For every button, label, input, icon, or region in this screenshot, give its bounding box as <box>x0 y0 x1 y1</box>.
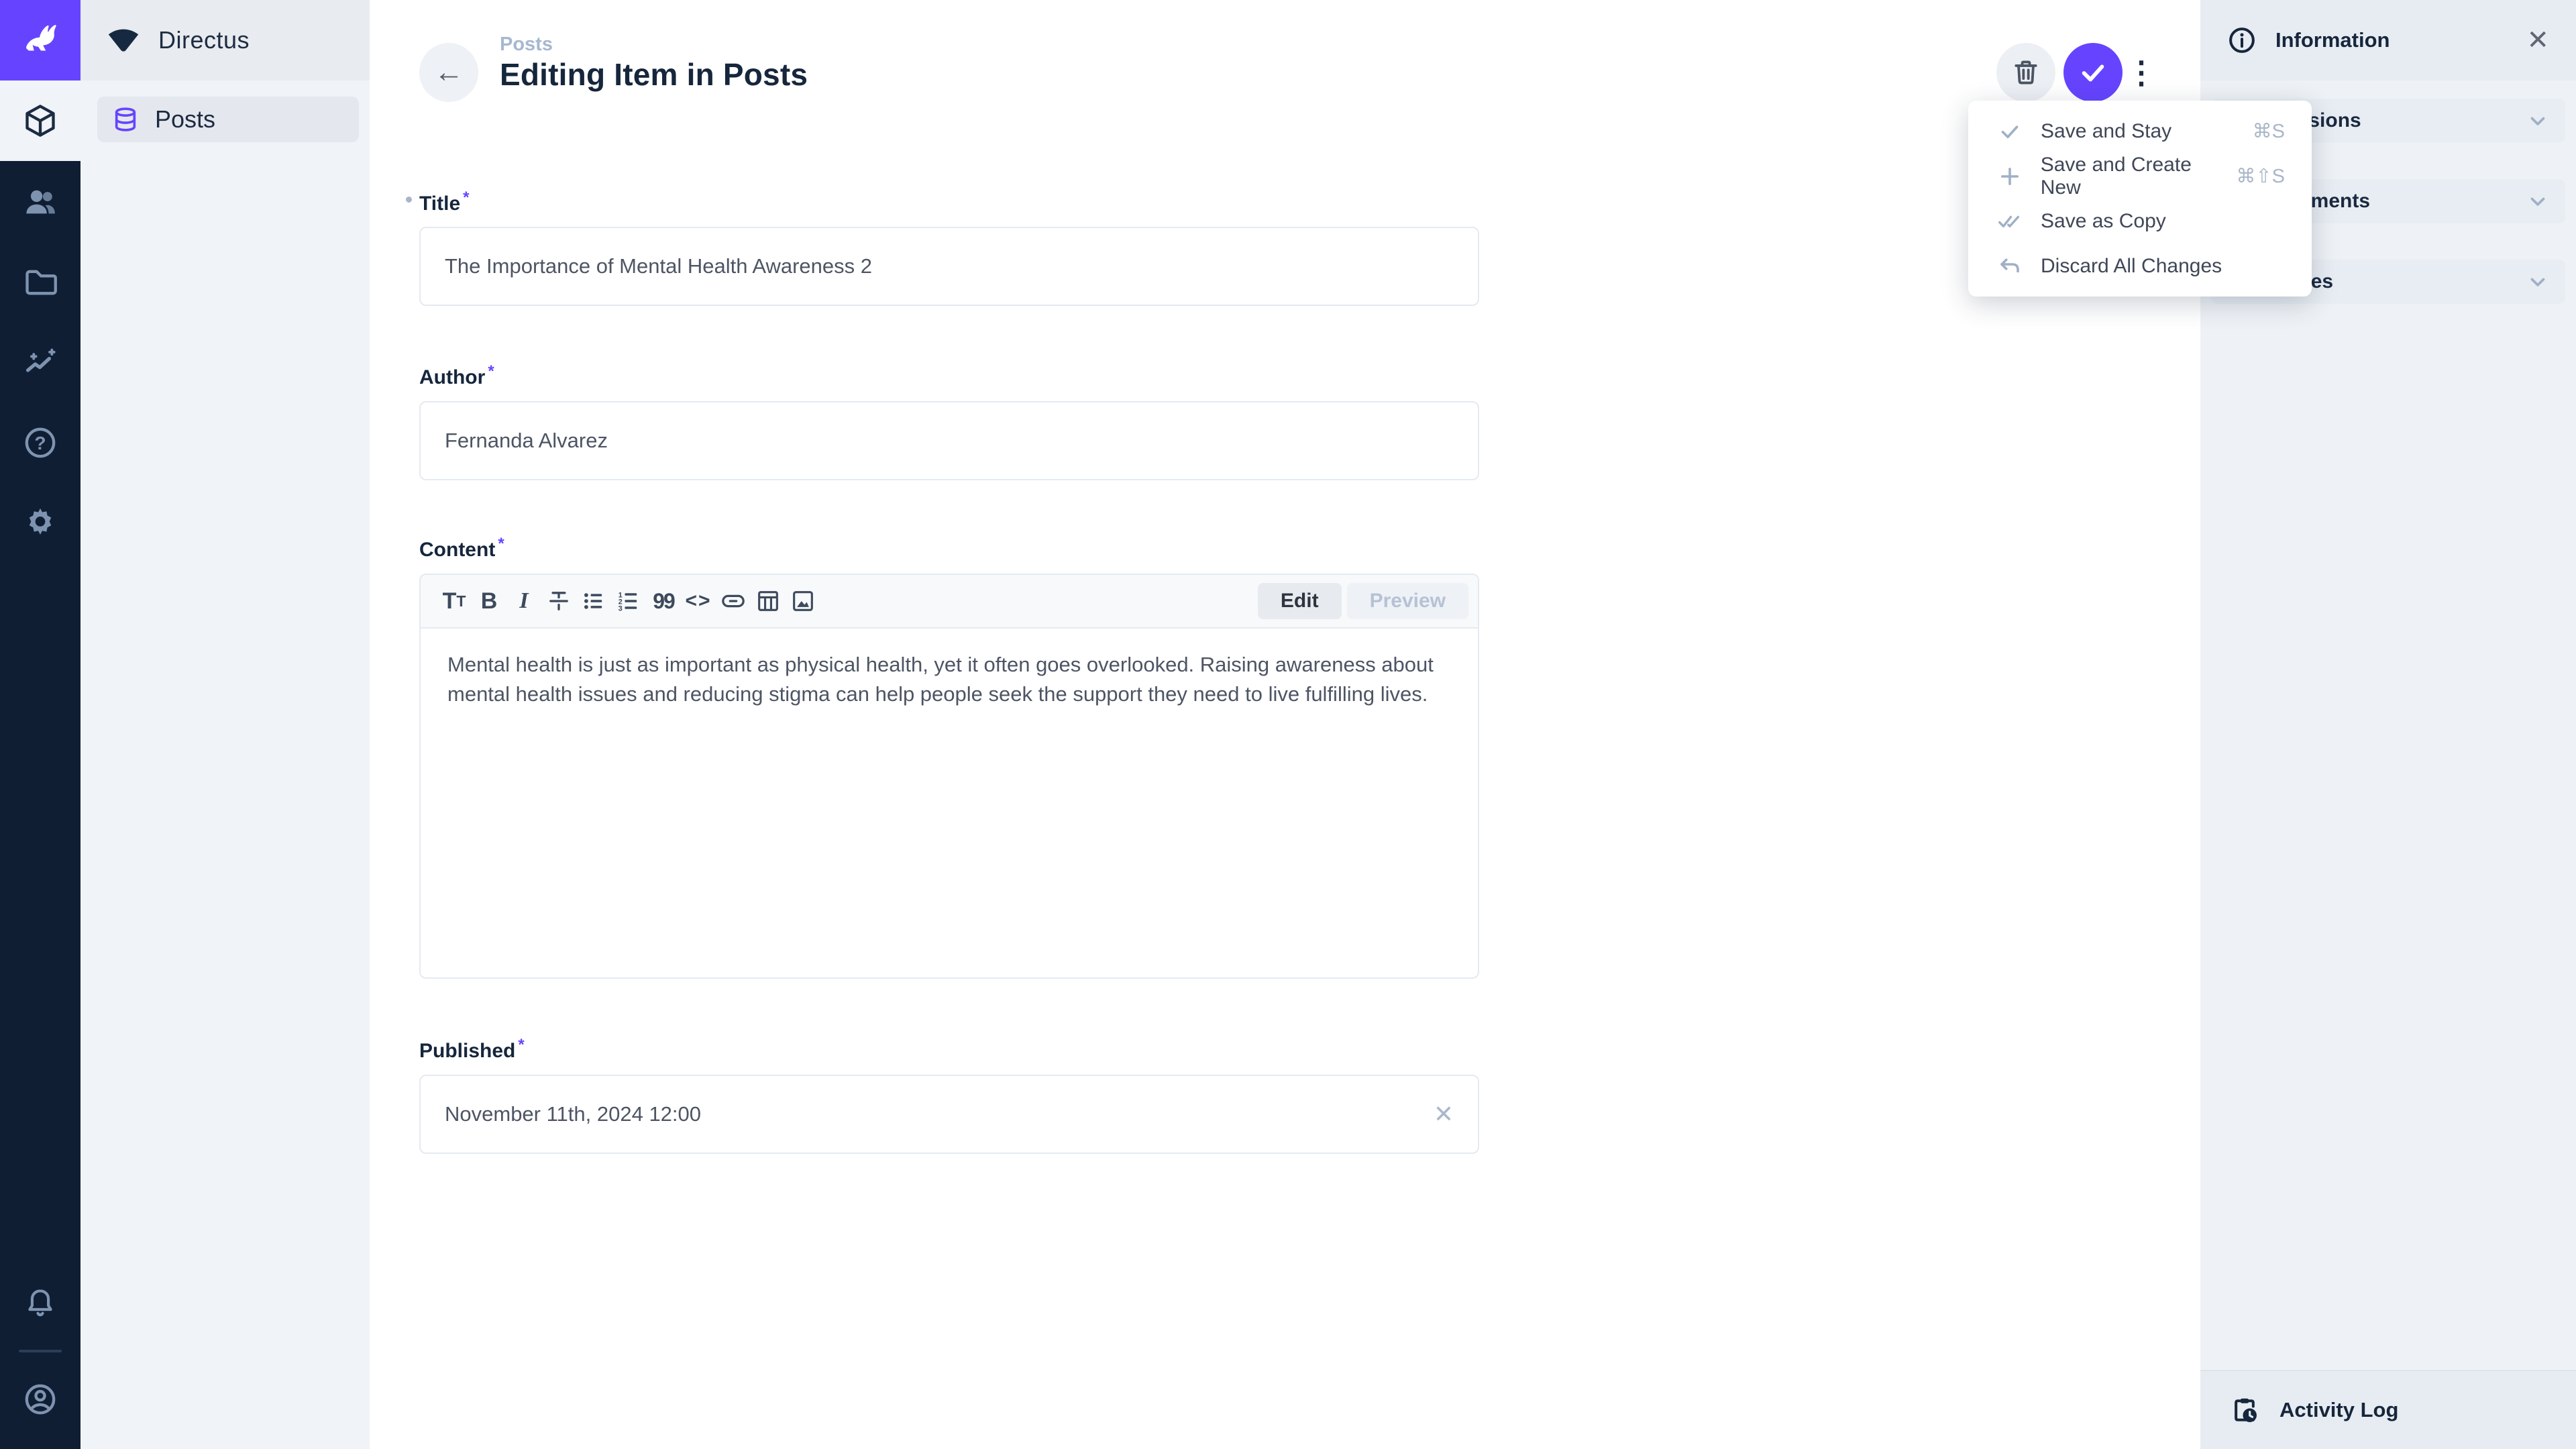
sidebar-item-posts[interactable]: Posts <box>97 97 359 142</box>
database-icon <box>112 106 139 133</box>
editor-view-tabs: Edit Preview <box>1258 583 1468 619</box>
module-bar: ? <box>0 0 80 1449</box>
menu-item-label: Save as Copy <box>2041 210 2166 233</box>
published-input[interactable]: November 11th, 2024 12:00 ✕ <box>419 1075 1479 1154</box>
tab-edit[interactable]: Edit <box>1258 583 1342 619</box>
title-field-label: Title* <box>419 189 469 215</box>
insights-icon <box>23 345 58 380</box>
avatar-icon <box>23 1382 58 1417</box>
plus-icon <box>1996 164 2023 189</box>
save-button[interactable] <box>2063 43 2123 102</box>
check-icon <box>2078 57 2108 88</box>
double-check-icon <box>1996 209 2023 233</box>
users-icon <box>23 184 58 219</box>
required-asterisk: * <box>498 535 504 553</box>
menu-item-shortcut: ⌘⇧S <box>2236 164 2285 188</box>
directus-logo-button[interactable] <box>0 0 80 80</box>
menu-item-save-as-copy[interactable]: Save as Copy <box>1968 199 2312 244</box>
kebab-icon: ⋮ <box>2126 54 2157 91</box>
content-field-label: Content* <box>419 535 504 561</box>
nav-sidebar: Directus Posts <box>80 0 370 1449</box>
link-button[interactable] <box>716 582 751 620</box>
markdown-editor: TT B I 123 99 <> Edit <box>419 574 1479 979</box>
numbered-list-button[interactable]: 123 <box>611 582 646 620</box>
menu-item-save-and-stay[interactable]: Save and Stay ⌘S <box>1968 109 2312 154</box>
strikethrough-button[interactable] <box>541 582 576 620</box>
menu-item-shortcut: ⌘S <box>2253 119 2285 143</box>
activity-log-label: Activity Log <box>2279 1398 2398 1422</box>
menu-item-label: Discard All Changes <box>2041 255 2222 278</box>
delete-button[interactable] <box>1996 43 2055 102</box>
save-options-menu: Save and Stay ⌘S Save and Create New ⌘⇧S… <box>1968 101 2312 297</box>
module-settings[interactable] <box>0 483 80 564</box>
content-text: Mental health is just as important as ph… <box>447 650 1434 709</box>
more-options-button[interactable]: ⋮ <box>2121 43 2161 102</box>
italic-button[interactable]: I <box>506 582 541 620</box>
project-fan-icon <box>106 27 141 54</box>
module-users[interactable] <box>0 161 80 241</box>
required-asterisk: * <box>518 1036 524 1054</box>
module-bar-divider <box>19 1350 62 1352</box>
tab-preview[interactable]: Preview <box>1347 583 1468 619</box>
gear-icon <box>23 506 58 541</box>
author-field-label: Author* <box>419 362 494 389</box>
chevron-down-icon <box>2526 109 2549 132</box>
clear-date-icon[interactable]: ✕ <box>1434 1100 1454 1128</box>
author-input-value: Fernanda Alvarez <box>445 429 608 453</box>
sidebar-section-information[interactable]: Information ✕ <box>2200 0 2576 80</box>
close-icon[interactable]: ✕ <box>2526 25 2549 56</box>
module-files[interactable] <box>0 241 80 322</box>
bullet-list-button[interactable] <box>576 582 611 620</box>
main-content: ← Posts Editing Item in Posts ⋮ Title* T… <box>370 0 2200 1449</box>
bold-button[interactable]: B <box>472 582 506 620</box>
bell-icon <box>23 1286 57 1320</box>
sidebar-section-label: Information <box>2275 28 2390 52</box>
menu-item-save-and-create-new[interactable]: Save and Create New ⌘⇧S <box>1968 154 2312 199</box>
required-asterisk: * <box>463 189 469 207</box>
page-title: Editing Item in Posts <box>500 56 808 93</box>
heading-button[interactable]: TT <box>437 582 472 620</box>
project-name: Directus <box>158 26 250 54</box>
required-asterisk: * <box>488 362 494 380</box>
arrow-left-icon: ← <box>434 56 464 89</box>
menu-item-label: Save and Stay <box>2041 120 2171 143</box>
activity-log-button[interactable]: Activity Log <box>2200 1370 2576 1449</box>
title-input[interactable]: The Importance of Mental Health Awarenes… <box>419 227 1479 306</box>
info-icon <box>2227 25 2257 55</box>
user-account-button[interactable] <box>0 1359 80 1440</box>
module-content[interactable] <box>0 80 80 161</box>
svg-text:?: ? <box>34 433 46 453</box>
help-icon: ? <box>23 425 58 460</box>
chevron-down-icon <box>2526 270 2549 293</box>
menu-item-discard-all-changes[interactable]: Discard All Changes <box>1968 244 2312 288</box>
image-button[interactable] <box>786 582 820 620</box>
editor-body[interactable]: Mental health is just as important as ph… <box>421 629 1478 731</box>
svg-text:3: 3 <box>619 604 623 612</box>
module-insights[interactable] <box>0 322 80 402</box>
notifications-button[interactable] <box>0 1263 80 1343</box>
directus-rabbit-icon <box>18 18 62 62</box>
check-icon <box>1996 119 2023 144</box>
folder-icon <box>23 264 58 299</box>
project-header[interactable]: Directus <box>80 0 370 80</box>
title-input-value: The Importance of Mental Health Awarenes… <box>445 254 872 278</box>
undo-icon <box>1996 254 2023 278</box>
table-button[interactable] <box>751 582 786 620</box>
menu-item-label: Save and Create New <box>2041 154 2237 199</box>
editor-toolbar: TT B I 123 99 <> Edit <box>421 575 1478 629</box>
author-input[interactable]: Fernanda Alvarez <box>419 401 1479 480</box>
activity-log-icon <box>2230 1395 2259 1425</box>
content-cube-icon <box>23 103 58 138</box>
back-button[interactable]: ← <box>419 43 478 102</box>
chevron-down-icon <box>2526 190 2549 213</box>
blockquote-button[interactable]: 99 <box>646 582 681 620</box>
sidebar-item-label: Posts <box>155 105 215 133</box>
edited-dot <box>406 197 412 203</box>
module-docs[interactable]: ? <box>0 402 80 483</box>
published-input-value: November 11th, 2024 12:00 <box>445 1102 701 1126</box>
trash-icon <box>2011 58 2041 87</box>
breadcrumb[interactable]: Posts <box>500 34 553 56</box>
published-field-label: Published* <box>419 1036 525 1063</box>
code-button[interactable]: <> <box>681 582 716 620</box>
